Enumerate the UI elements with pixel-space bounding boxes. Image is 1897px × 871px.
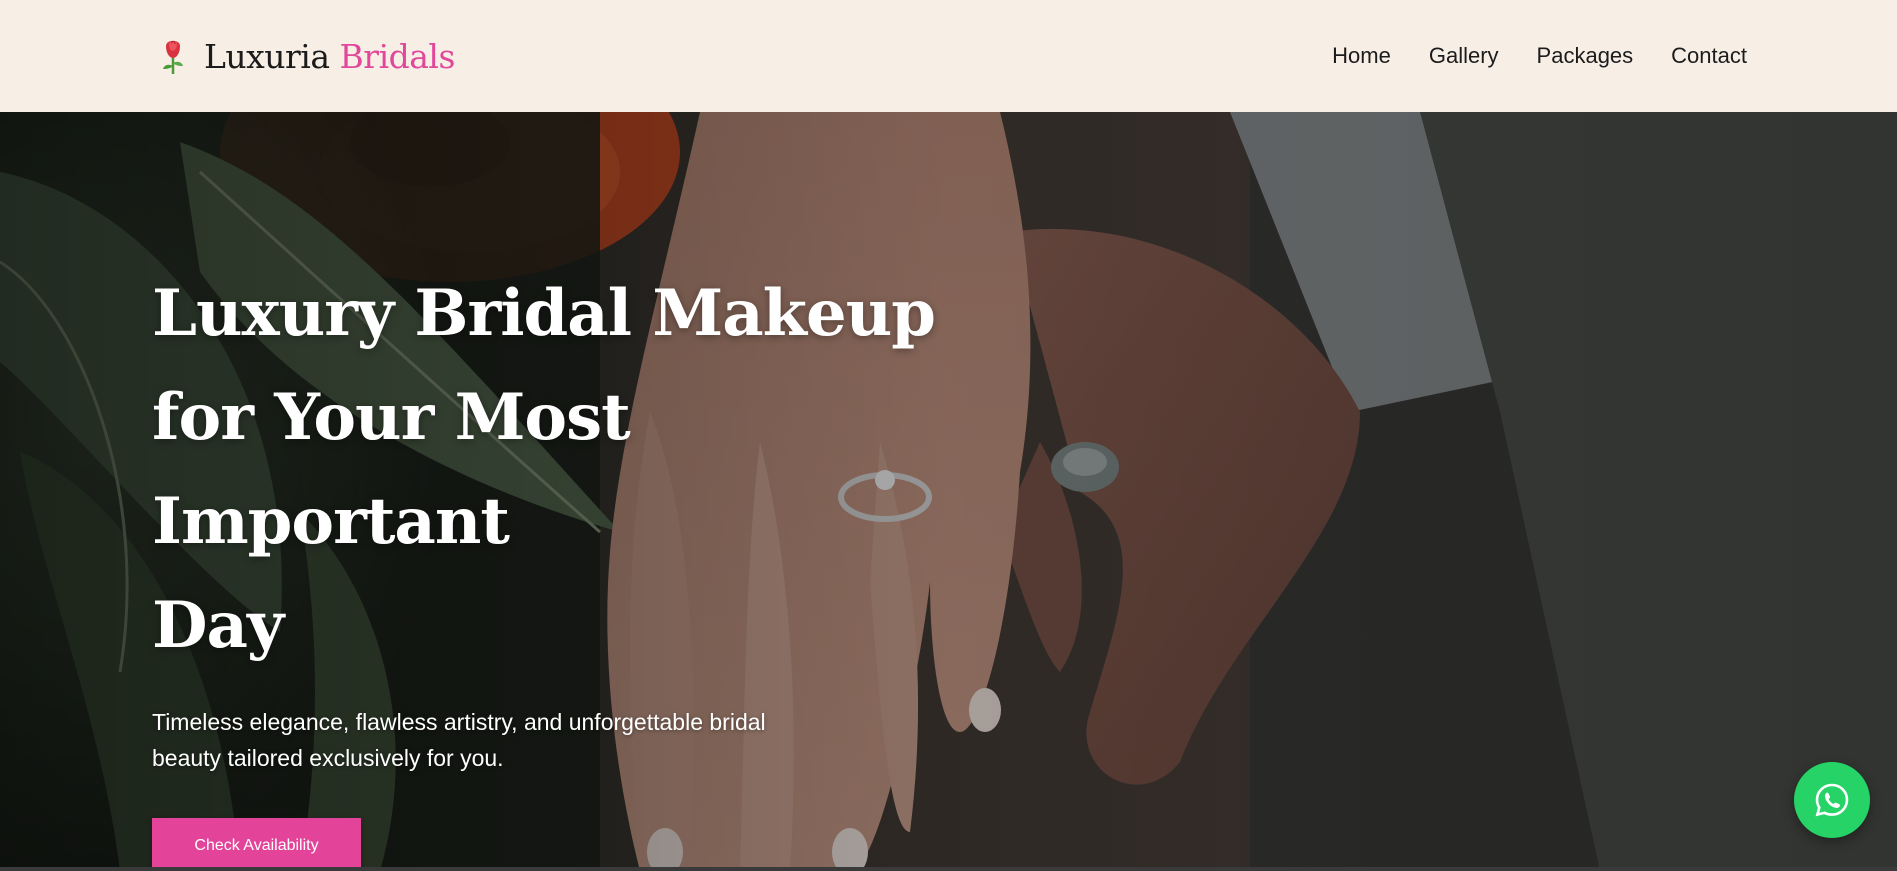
whatsapp-chat-button[interactable] xyxy=(1794,762,1870,838)
nav-link-packages[interactable]: Packages xyxy=(1537,43,1634,69)
site-header: Luxuria Bridals Home Gallery Packages Co… xyxy=(0,0,1897,112)
rose-icon xyxy=(163,40,183,74)
hero-content: Luxury Bridal Makeup for Your Most Impor… xyxy=(152,262,972,871)
hero-subtitle-line-1: Timeless elegance, flawless artistry, an… xyxy=(152,709,766,735)
brand-name-primary: Luxuria xyxy=(204,36,330,76)
hero-title-line-2: for Your Most Important xyxy=(152,380,631,559)
hero-title-line-1: Luxury Bridal Makeup xyxy=(152,276,936,351)
hero-section: Luxury Bridal Makeup for Your Most Impor… xyxy=(0,112,1897,871)
brand-name-accent: Bridals xyxy=(339,36,456,76)
hero-subtitle-line-2: beauty tailored exclusively for you. xyxy=(152,745,504,771)
nav-link-home[interactable]: Home xyxy=(1332,43,1391,69)
whatsapp-icon xyxy=(1815,783,1849,817)
nav-link-contact[interactable]: Contact xyxy=(1671,43,1747,69)
brand-logo[interactable]: Luxuria Bridals xyxy=(158,36,455,76)
main-nav: Home Gallery Packages Contact xyxy=(1332,43,1747,69)
hero-title-line-3: Day xyxy=(152,588,284,663)
hero-subtitle: Timeless elegance, flawless artistry, an… xyxy=(152,704,872,776)
hero-title: Luxury Bridal Makeup for Your Most Impor… xyxy=(152,262,972,678)
bottom-divider xyxy=(0,867,1897,871)
brand-name: Luxuria Bridals xyxy=(204,37,455,76)
nav-link-gallery[interactable]: Gallery xyxy=(1429,43,1499,69)
check-availability-button[interactable]: Check Availability xyxy=(152,818,361,871)
